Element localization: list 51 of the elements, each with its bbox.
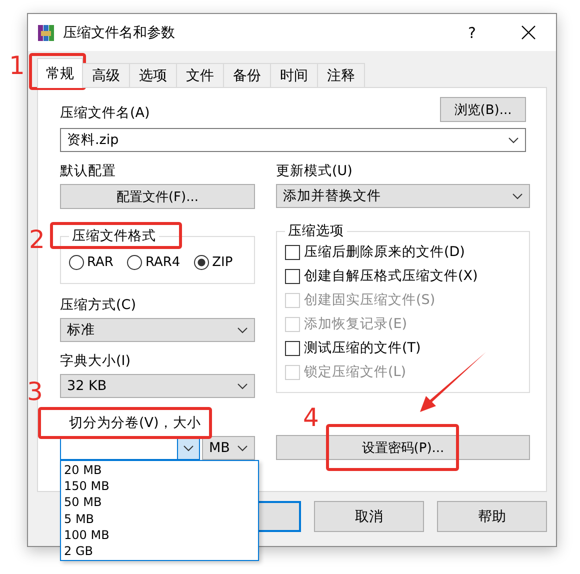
- close-icon: [520, 25, 536, 40]
- tab[interactable]: 常规: [37, 58, 83, 88]
- books-icon: [37, 24, 55, 42]
- step-number: 4: [303, 404, 319, 432]
- field-label: 压缩方式(C): [60, 296, 137, 314]
- tab[interactable]: 注释: [317, 63, 365, 88]
- caret-icon: [508, 136, 519, 144]
- dropdown-item[interactable]: 5 MB: [61, 510, 258, 527]
- field-label: 切分为分卷(V)，大小: [68, 414, 202, 432]
- option-label: ZIP: [212, 254, 233, 270]
- option-checkbox[interactable]: 压缩后删除原来的文件(D): [285, 240, 465, 264]
- dialog-button[interactable]: 取消: [314, 501, 424, 532]
- group-label: 压缩选项: [287, 222, 345, 240]
- dialog-button[interactable]: 帮助: [437, 501, 547, 532]
- radio-button[interactable]: RAR4: [127, 253, 180, 271]
- option-label: RAR: [87, 254, 114, 270]
- dropdown-item[interactable]: 50 MB: [61, 494, 258, 511]
- set-password-button[interactable]: 设置密码(P)...: [276, 435, 530, 460]
- dropdown-item[interactable]: 20 MB: [61, 462, 258, 478]
- dropdown-item[interactable]: 100 MB: [61, 526, 258, 544]
- option-label: RAR4: [145, 254, 180, 270]
- tab[interactable]: 高级: [82, 63, 130, 88]
- dropdown-item[interactable]: 150 MB: [61, 478, 258, 494]
- window-title: 压缩文件名和参数: [63, 24, 176, 42]
- caret-icon: [237, 382, 248, 390]
- dictionary-select[interactable]: 32 KB: [60, 374, 255, 398]
- unit-select[interactable]: MB: [202, 436, 255, 460]
- step-number: 2: [29, 226, 45, 254]
- option-checkbox[interactable]: 测试压缩的文件(T): [285, 336, 421, 360]
- radio-button[interactable]: RAR: [69, 253, 114, 271]
- step-number: 1: [9, 52, 25, 80]
- step-number: 3: [27, 378, 43, 406]
- option-checkbox[interactable]: 创建自解压格式压缩文件(X): [285, 264, 478, 288]
- field-label: 默认配置: [60, 162, 117, 180]
- highlight-frame: [29, 53, 86, 90]
- field-label: 字典大小(I): [60, 352, 132, 370]
- dropdown-item[interactable]: 2 GB: [61, 543, 258, 560]
- method-select[interactable]: 标准: [60, 318, 255, 342]
- profiles-button[interactable]: 配置文件(F)...: [60, 184, 255, 209]
- group-label: 压缩文件格式: [71, 227, 157, 245]
- radio-button[interactable]: ZIP: [194, 253, 233, 271]
- update-mode-select[interactable]: 添加并替换文件: [276, 184, 530, 208]
- caret-icon: [183, 444, 194, 452]
- help-button[interactable]: ?: [452, 14, 492, 50]
- archive-name-field[interactable]: 资料.zip: [60, 128, 526, 152]
- field-label: 压缩文件名(A): [60, 104, 150, 122]
- field-label: 更新模式(U): [276, 162, 354, 180]
- caret-icon: [237, 444, 248, 452]
- browse-button[interactable]: 浏览(B)...: [440, 97, 526, 122]
- caret-icon: [237, 326, 248, 334]
- caret-icon: [512, 192, 523, 200]
